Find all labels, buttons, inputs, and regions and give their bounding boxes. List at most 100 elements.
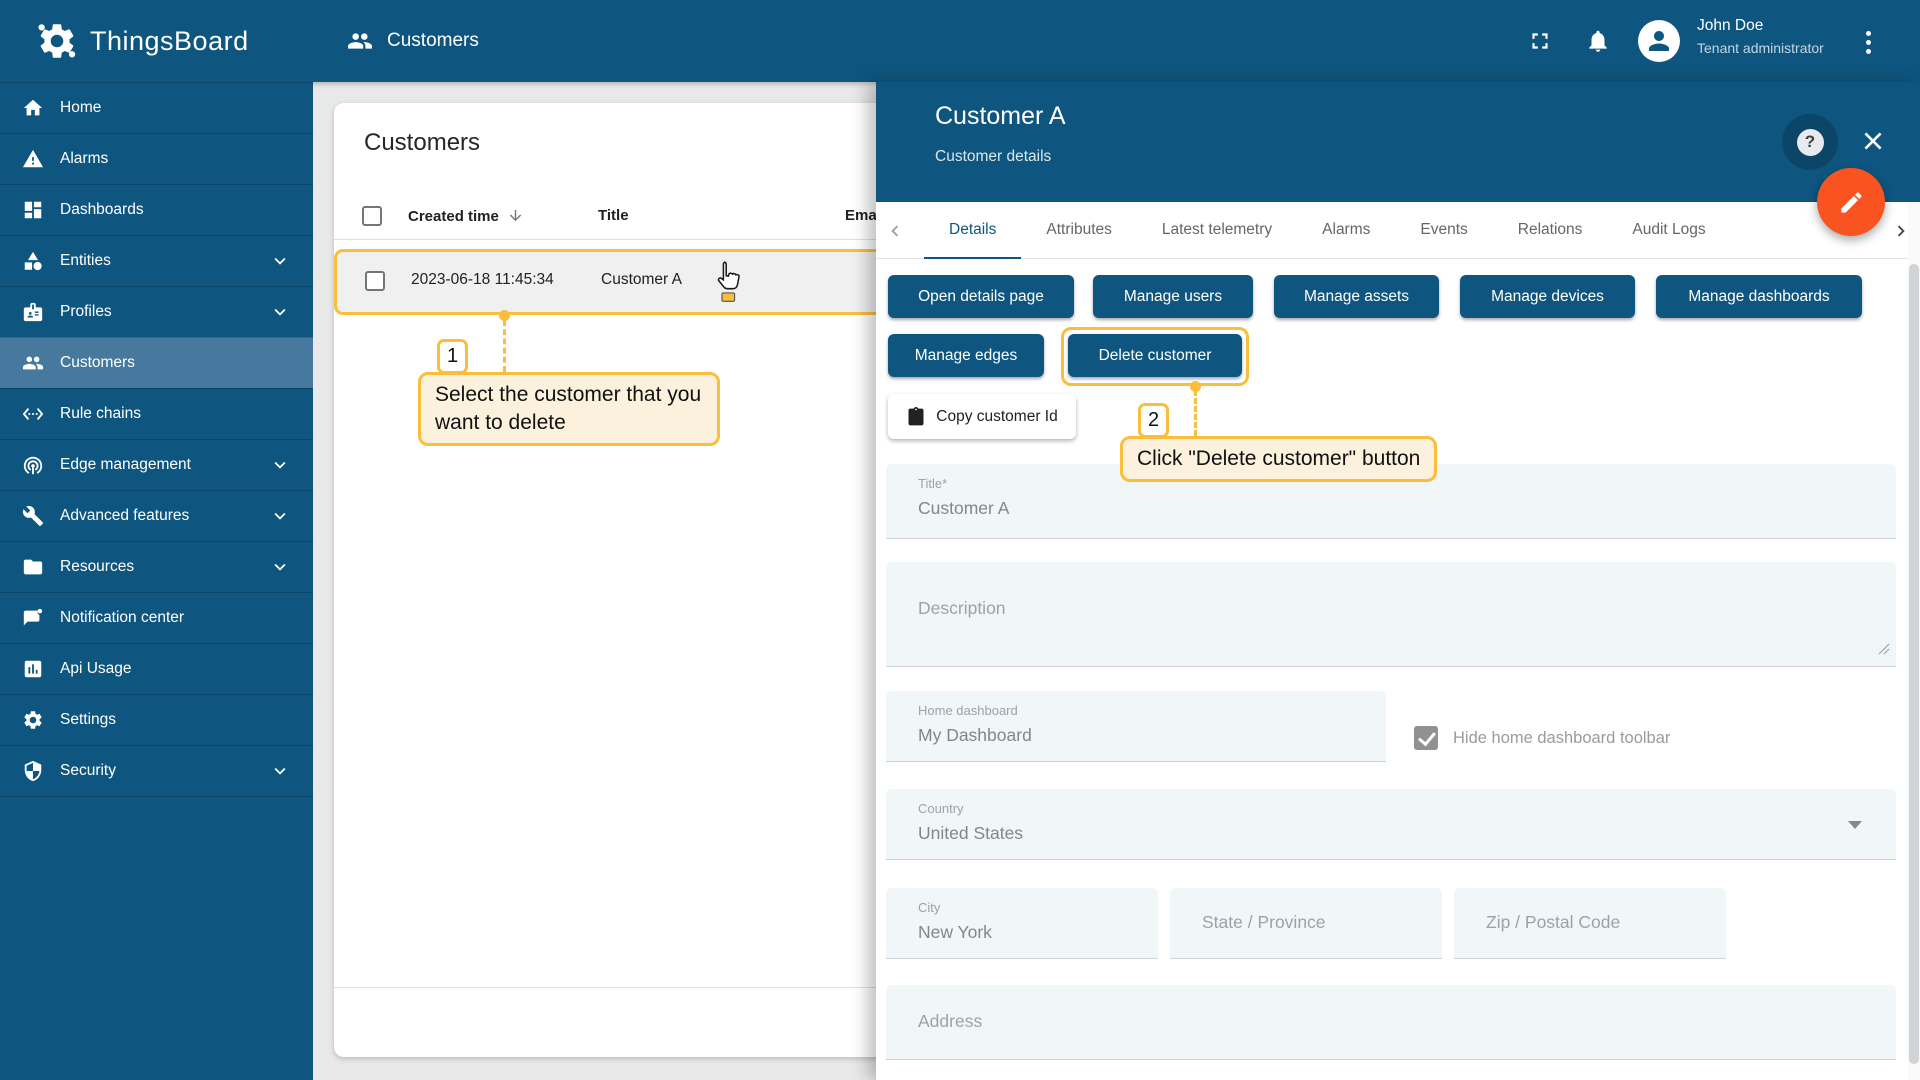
app-logo[interactable]: ThingsBoard <box>0 0 313 82</box>
tab-relations[interactable]: Relations <box>1493 202 1608 259</box>
zip-field[interactable]: Zip / Postal Code <box>1454 888 1726 959</box>
shield-icon <box>22 760 44 782</box>
panel-subtitle: Customer details <box>935 148 1051 166</box>
tab-latest-telemetry[interactable]: Latest telemetry <box>1137 202 1297 259</box>
manage-assets-button[interactable]: Manage assets <box>1274 275 1439 318</box>
tabs-scroll-left-icon[interactable] <box>882 218 908 244</box>
user-avatar[interactable] <box>1638 20 1680 62</box>
clipboard-icon <box>906 407 926 427</box>
manage-users-button[interactable]: Manage users <box>1093 275 1253 318</box>
chevron-down-icon <box>269 760 291 782</box>
sidebar-item-customers[interactable]: Customers <box>0 337 313 388</box>
question-mark-icon: ? <box>1797 129 1824 156</box>
scrollbar-thumb[interactable] <box>1909 264 1919 1064</box>
hide-toolbar-label: Hide home dashboard toolbar <box>1453 729 1670 748</box>
column-created-time[interactable]: Created time <box>408 207 524 225</box>
row-title: Customer A <box>601 271 682 289</box>
home-dashboard-field[interactable]: Home dashboard My Dashboard <box>886 691 1386 762</box>
customers-card: Customers Created time Title Email <box>334 103 934 1057</box>
tab-audit-logs[interactable]: Audit Logs <box>1607 202 1730 259</box>
more-menu-button[interactable] <box>1858 25 1878 59</box>
description-field[interactable]: Description <box>886 562 1896 667</box>
tab-attributes[interactable]: Attributes <box>1021 202 1136 259</box>
user-name: John Doe <box>1697 17 1824 35</box>
entities-icon <box>22 250 44 272</box>
hide-toolbar-checkbox[interactable] <box>1414 726 1438 750</box>
notifications-bell-button[interactable] <box>1583 26 1613 56</box>
customers-card-title: Customers <box>364 129 480 157</box>
tab-events[interactable]: Events <box>1395 202 1492 259</box>
close-panel-button[interactable] <box>1856 124 1890 158</box>
sidebar: ThingsBoard Home Alarms Dashboards Entit… <box>0 0 313 1080</box>
chevron-down-icon <box>269 301 291 323</box>
step2-badge: 2 <box>1138 403 1169 438</box>
sidebar-item-advanced-features[interactable]: Advanced features <box>0 490 313 541</box>
breadcrumb-label: Customers <box>387 30 479 52</box>
row-created-time: 2023-06-18 11:45:34 <box>411 271 554 289</box>
notification-chat-icon <box>22 607 44 629</box>
delete-button-highlight <box>1061 327 1249 386</box>
manage-dashboards-button[interactable]: Manage dashboards <box>1656 275 1862 318</box>
user-info: John Doe Tenant administrator <box>1697 17 1824 56</box>
panel-title: Customer A <box>935 102 1066 131</box>
customers-icon <box>22 352 44 374</box>
thingsboard-logo-icon <box>36 20 78 62</box>
api-usage-chart-icon <box>22 658 44 680</box>
sidebar-item-resources[interactable]: Resources <box>0 541 313 592</box>
sidebar-item-edge-management[interactable]: Edge management <box>0 439 313 490</box>
alarm-warning-icon <box>22 148 44 170</box>
open-details-page-button[interactable]: Open details page <box>888 275 1074 318</box>
breadcrumb: Customers <box>347 0 479 82</box>
panel-tab-bar: Details Attributes Latest telemetry Alar… <box>876 202 1920 259</box>
sidebar-item-notification-center[interactable]: Notification center <box>0 592 313 643</box>
fullscreen-button[interactable] <box>1525 26 1555 56</box>
select-all-checkbox[interactable] <box>362 206 382 226</box>
copy-customer-id-button[interactable]: Copy customer Id <box>888 394 1076 439</box>
step1-callout: Select the customer that you want to del… <box>418 372 720 446</box>
manage-edges-button[interactable]: Manage edges <box>888 334 1044 377</box>
sidebar-item-profiles[interactable]: Profiles <box>0 286 313 337</box>
sidebar-item-api-usage[interactable]: Api Usage <box>0 643 313 694</box>
app-window: Customers John Doe Tenant administrator … <box>0 0 1920 1080</box>
app-title: ThingsBoard <box>90 26 249 57</box>
sidebar-item-entities[interactable]: Entities <box>0 235 313 286</box>
user-role: Tenant administrator <box>1697 40 1824 56</box>
rule-chains-icon <box>22 403 44 425</box>
sidebar-item-settings[interactable]: Settings <box>0 694 313 745</box>
chevron-down-icon <box>269 250 291 272</box>
state-field[interactable]: State / Province <box>1170 888 1442 959</box>
edit-fab-button[interactable] <box>1817 168 1885 236</box>
callout2-dashed-line <box>1194 390 1197 436</box>
sidebar-item-security[interactable]: Security <box>0 745 313 796</box>
panel-scrollbar[interactable] <box>1908 202 1920 1080</box>
pencil-icon <box>1838 189 1865 216</box>
edge-antenna-icon <box>22 454 44 476</box>
table-header: Created time Title Email <box>334 195 934 240</box>
address-field[interactable]: Address <box>886 985 1896 1060</box>
chevron-down-icon <box>269 505 291 527</box>
table-row-customer-a[interactable]: 2023-06-18 11:45:34 Customer A <box>334 249 934 315</box>
tools-icon <box>22 505 44 527</box>
tab-details[interactable]: Details <box>924 202 1021 259</box>
manage-devices-button[interactable]: Manage devices <box>1460 275 1635 318</box>
sort-desc-icon <box>507 207 524 224</box>
sidebar-item-dashboards[interactable]: Dashboards <box>0 184 313 235</box>
row-checkbox[interactable] <box>365 271 385 291</box>
country-select[interactable]: Country United States <box>886 789 1896 860</box>
panel-header: Customer A Customer details ? <box>876 82 1920 202</box>
dropdown-caret-icon <box>1848 821 1862 829</box>
resize-handle-icon[interactable] <box>1878 642 1890 660</box>
table-footer-divider <box>334 987 934 988</box>
profiles-icon <box>22 301 44 323</box>
chevron-down-icon <box>269 454 291 476</box>
tab-alarms[interactable]: Alarms <box>1297 202 1395 259</box>
city-field[interactable]: City New York <box>886 888 1158 959</box>
sidebar-item-alarms[interactable]: Alarms <box>0 133 313 184</box>
sidebar-item-home[interactable]: Home <box>0 82 313 133</box>
sidebar-item-rule-chains[interactable]: Rule chains <box>0 388 313 439</box>
column-title[interactable]: Title <box>598 207 629 224</box>
step1-badge: 1 <box>437 339 468 374</box>
hand-cursor-icon <box>712 260 746 307</box>
help-button[interactable]: ? <box>1782 114 1838 170</box>
home-icon <box>22 97 44 119</box>
